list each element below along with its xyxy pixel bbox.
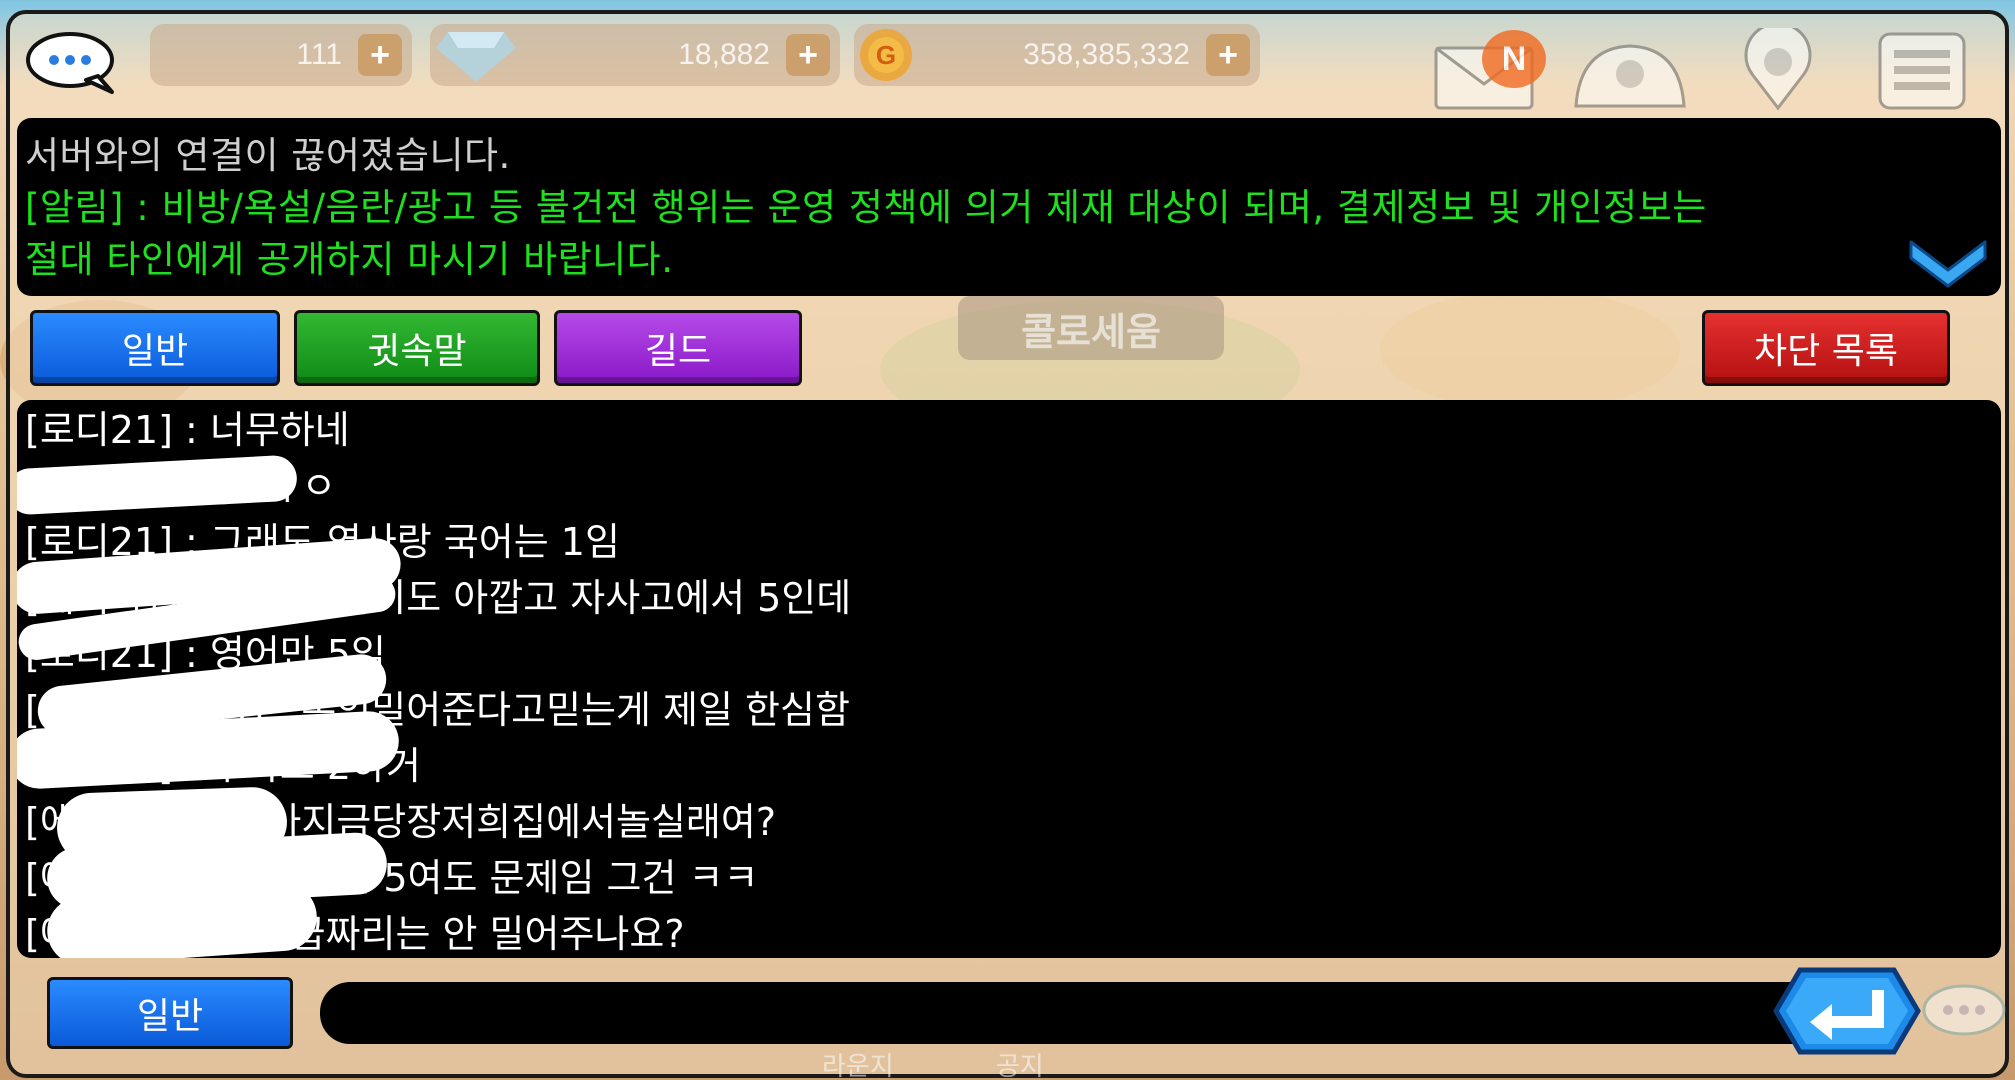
friends-icon[interactable] bbox=[1570, 28, 1690, 112]
add-stamina-button[interactable]: + bbox=[358, 34, 402, 76]
menu-icon[interactable] bbox=[1876, 28, 1968, 112]
gold-value: 358,385,332 bbox=[1023, 38, 1190, 71]
gem-value: 18,882 bbox=[678, 38, 770, 71]
top-bar: 111 + 18,882 + G 358,385,332 + N bbox=[0, 0, 2015, 112]
svg-text:G: G bbox=[876, 40, 896, 70]
chat-bubble-icon[interactable] bbox=[24, 30, 120, 96]
block-list-button[interactable]: 차단 목록 bbox=[1702, 310, 1950, 386]
alert-message-line1: [알림] : 비방/욕설/음란/광고 등 불건전 행위는 운영 정책에 의거 제… bbox=[25, 186, 1707, 229]
add-gems-button[interactable]: + bbox=[786, 34, 830, 76]
add-gold-button[interactable]: + bbox=[1206, 34, 1250, 76]
chat-channel-button[interactable]: 일반 bbox=[47, 977, 293, 1049]
chat-bubble-icon[interactable] bbox=[1918, 980, 2008, 1044]
alert-message-line2: 절대 타인에게 공개하지 마시기 바랍니다. bbox=[25, 238, 674, 281]
chat-message: [로디21] : 너무하네 bbox=[25, 408, 350, 452]
chat-input[interactable] bbox=[320, 982, 1880, 1044]
tab-whisper[interactable]: 귓속말 bbox=[294, 310, 540, 386]
gem-counter: 18,882 + bbox=[430, 24, 840, 86]
colosseum-sign: 콜로세움 bbox=[958, 296, 1224, 360]
mail-badge: N bbox=[1482, 30, 1546, 88]
tab-guild[interactable]: 길드 bbox=[554, 310, 802, 386]
chat-message: [에서라인] : 1등급짜리는 안 밀어주나요? bbox=[25, 912, 685, 956]
stamina-counter: 111 + bbox=[150, 24, 412, 86]
gold-coin-icon: G bbox=[860, 29, 912, 81]
diamond-icon bbox=[436, 32, 516, 82]
send-button[interactable] bbox=[1772, 966, 1922, 1056]
tab-general[interactable]: 일반 bbox=[30, 310, 280, 386]
chat-log[interactable]: [로디21] : 너무하네 [에서라인짱] : ㅓㅇ [로디21] : 그래도 … bbox=[17, 400, 2001, 958]
chevron-down-icon[interactable] bbox=[1905, 228, 1991, 290]
gold-counter: G 358,385,332 + bbox=[854, 24, 1260, 86]
notice-panel: 서버와의 연결이 끊어졌습니다. [알림] : 비방/욕설/음란/광고 등 불건… bbox=[17, 118, 2001, 296]
location-pin-icon[interactable] bbox=[1736, 28, 1820, 112]
lounge-label: 라운지 bbox=[822, 1052, 894, 1080]
disconnect-message: 서버와의 연결이 끊어졌습니다. bbox=[25, 134, 511, 177]
stamina-value: 111 bbox=[296, 38, 342, 71]
chat-message: [에서라인짱] : ㅓㅇ bbox=[25, 464, 337, 508]
notice-label: 공지 bbox=[996, 1052, 1044, 1080]
